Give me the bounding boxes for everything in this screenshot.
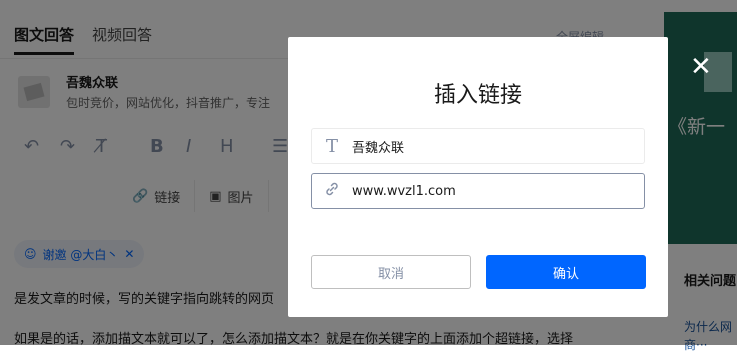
dialog-title: 插入链接 (433, 83, 522, 108)
cancel-button[interactable]: 取消 (311, 255, 471, 289)
link-url-value: www.wvzl1.com (352, 183, 456, 199)
insert-link-dialog: 插入链接 T 吾魏众联 www.wvzl1.com 取消 确认 (288, 37, 668, 317)
link-url-field[interactable]: www.wvzl1.com (311, 173, 645, 209)
link-text-field[interactable]: T 吾魏众联 (311, 128, 645, 164)
link-text-value: 吾魏众联 (352, 140, 405, 156)
link-icon (312, 181, 352, 202)
text-icon: T (325, 135, 338, 157)
confirm-button[interactable]: 确认 (486, 255, 646, 289)
close-icon[interactable]: ✕ (690, 53, 712, 81)
